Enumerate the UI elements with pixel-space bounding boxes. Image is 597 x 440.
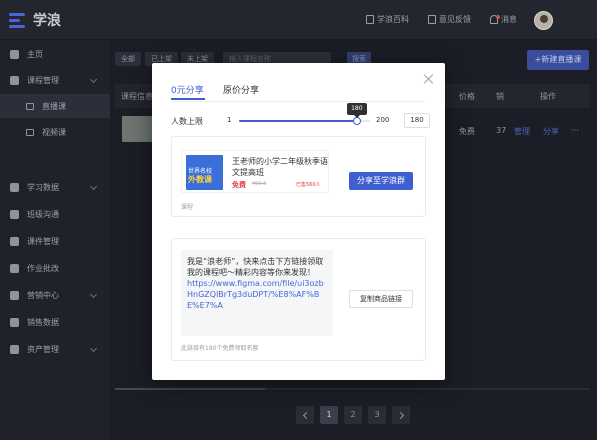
sidebar-item-learning-data[interactable]: 学习数据: [0, 175, 110, 199]
page-button-2[interactable]: 2: [344, 406, 362, 424]
page-button-3[interactable]: 3: [368, 406, 386, 424]
tab-free-share[interactable]: 0元分享: [171, 83, 204, 96]
scrollbar-thumb[interactable]: [115, 388, 265, 390]
limit-row: 人数上限 1 180 200 180: [171, 103, 431, 131]
filter-all[interactable]: 全部: [115, 52, 141, 66]
th-sales: 销: [496, 92, 504, 101]
course-thumbnail: [122, 116, 152, 142]
play-icon: [26, 128, 34, 136]
bar-chart-icon: [10, 182, 19, 192]
sidebar-item-courseware[interactable]: 课件管理: [0, 229, 110, 253]
calendar-icon: [10, 75, 19, 85]
free-quota-note: 此链接有180个免费领取名额: [181, 345, 259, 352]
slider-min-label: 1: [227, 116, 232, 124]
close-icon[interactable]: [423, 73, 435, 85]
active-tab-indicator: [171, 98, 205, 100]
sales-icon: [10, 317, 19, 327]
feedback-link[interactable]: 意见反馈: [428, 14, 471, 25]
limit-input[interactable]: 180: [404, 113, 430, 128]
share-link[interactable]: https://www.figma.com/file/ui3ozbHnGZQlB…: [187, 279, 324, 310]
share-modal: 0元分享 原价分享 人数上限 1 180 200 180 世界名校 外教课 王老…: [152, 63, 445, 380]
th-info: 课程信息: [121, 92, 153, 101]
video-icon: [26, 102, 34, 110]
prev-page-button[interactable]: [296, 406, 314, 424]
page-button-1[interactable]: 1: [320, 406, 338, 424]
homework-icon: [10, 263, 19, 273]
next-page-button[interactable]: [392, 406, 410, 424]
course-original-price: ¥99.6: [252, 181, 267, 187]
folder-icon: [10, 236, 19, 246]
slider-handle[interactable]: [352, 117, 361, 125]
row-share-link[interactable]: 分享: [543, 126, 559, 137]
encyclopedia-link[interactable]: 学浪百科: [366, 14, 409, 25]
course-preview: 世界名校 外教课 王老师的小学二年级秋季语文提高班 免费 ¥99.6 已售560…: [181, 150, 329, 193]
course-cover: 世界名校 外教课: [186, 155, 223, 190]
th-actions: 操作: [540, 92, 556, 101]
tab-original-price-share[interactable]: 原价分享: [223, 83, 259, 96]
sidebar-item-home[interactable]: 主页: [0, 42, 110, 66]
course-type-label: 课程: [181, 204, 194, 211]
sidebar-item-marketing[interactable]: 营销中心: [0, 283, 110, 307]
edit-icon: [428, 15, 436, 24]
sidebar-item-course-mgmt[interactable]: 课程管理: [0, 68, 110, 92]
row-more-button[interactable]: ···: [571, 126, 579, 135]
wallet-icon: [10, 344, 19, 354]
share-message-box: 我是“浪老师”，快来点击下方链接领取我的课程吧～精彩内容等你来发现！ https…: [181, 250, 333, 336]
course-share-card: 世界名校 外教课 王老师的小学二年级秋季语文提高班 免费 ¥99.6 已售560…: [171, 136, 426, 217]
chevron-down-icon: [89, 182, 98, 191]
bell-icon: [490, 15, 500, 24]
share-to-group-button[interactable]: 分享至学浪群: [349, 172, 413, 190]
top-bar: 学浪 学浪百科 意见反馈 消息: [0, 0, 597, 40]
messages-link[interactable]: 消息: [490, 14, 517, 25]
chat-icon: [10, 209, 19, 219]
app-logo[interactable]: 学浪: [9, 10, 61, 30]
share-message-text: 我是“浪老师”，快来点击下方链接领取我的课程吧～精彩内容等你来发现！: [187, 257, 324, 277]
new-live-course-button[interactable]: +新建直播课: [527, 50, 589, 70]
course-price: 免费: [232, 181, 246, 189]
chevron-down-icon: [89, 75, 98, 84]
link-share-card: 我是“浪老师”，快来点击下方链接领取我的课程吧～精彩内容等你来发现！ https…: [171, 238, 426, 361]
sidebar-item-video-course[interactable]: 视频课: [0, 120, 110, 144]
limit-label: 人数上限: [171, 117, 203, 126]
horizontal-scrollbar[interactable]: [115, 388, 590, 390]
document-icon: [366, 15, 374, 24]
sidebar: 主页 课程管理 直播课 视频课 学习数据 班级沟通 课件管理 作业批改 营销中心…: [0, 40, 110, 440]
home-icon: [10, 49, 19, 59]
cover-line2: 外教课: [188, 175, 212, 184]
user-avatar[interactable]: [534, 11, 553, 30]
copy-link-button[interactable]: 复制商品链接: [349, 290, 413, 308]
course-sold-count: 已售560人: [296, 182, 321, 188]
row-manage-link[interactable]: 管理: [514, 126, 530, 137]
th-price: 价格: [459, 92, 475, 101]
logo-text: 学浪: [33, 13, 61, 29]
course-title: 王老师的小学二年级秋季语文提高班: [232, 157, 328, 177]
slider-tooltip: 180: [346, 103, 367, 118]
logo-icon: [9, 11, 27, 29]
tab-divider: [171, 101, 426, 102]
chevron-down-icon: [89, 290, 98, 299]
row-sales: 37: [496, 126, 507, 135]
tag-icon: [10, 290, 19, 300]
sidebar-item-live-course[interactable]: 直播课: [0, 94, 110, 118]
sidebar-item-assets[interactable]: 资产管理: [0, 337, 110, 361]
slider-max-label: 200: [376, 116, 390, 124]
limit-slider[interactable]: 180: [239, 103, 370, 125]
chevron-down-icon: [89, 344, 98, 353]
sidebar-item-sales-data[interactable]: 销售数据: [0, 310, 110, 334]
sidebar-item-class-comm[interactable]: 班级沟通: [0, 202, 110, 226]
sidebar-item-homework[interactable]: 作业批改: [0, 256, 110, 280]
row-price: 免费: [459, 127, 475, 136]
slider-fill: [239, 120, 357, 122]
